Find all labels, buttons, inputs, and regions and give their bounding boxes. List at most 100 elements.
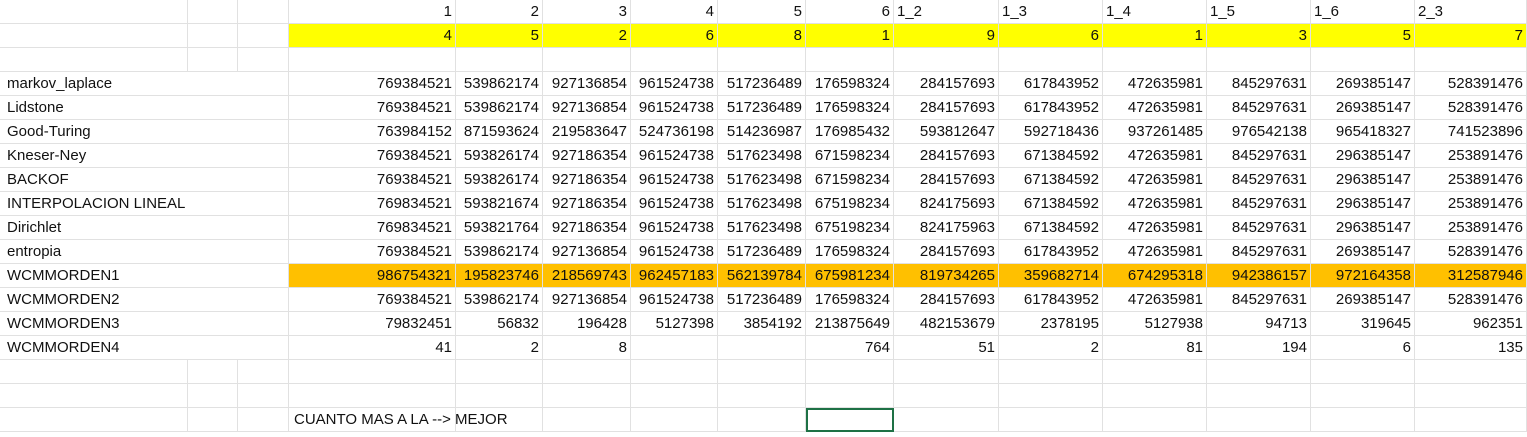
row-label[interactable]: WCMMORDEN3 xyxy=(0,312,289,336)
value-cell[interactable]: 539862174 xyxy=(456,288,543,312)
empty-cell[interactable] xyxy=(1415,48,1527,72)
row-label[interactable]: Lidstone xyxy=(0,96,289,120)
value-cell[interactable]: 769384521 xyxy=(289,240,456,264)
row-label[interactable]: entropia xyxy=(0,240,289,264)
value-cell[interactable]: 269385147 xyxy=(1311,240,1415,264)
empty-cell[interactable] xyxy=(1311,384,1415,408)
value-cell[interactable]: 2378195 xyxy=(999,312,1103,336)
value-cell[interactable]: 769384521 xyxy=(289,168,456,192)
value-cell[interactable]: 524736198 xyxy=(631,120,718,144)
value-cell[interactable]: 517236489 xyxy=(718,288,806,312)
value-cell[interactable]: 965418327 xyxy=(1311,120,1415,144)
value-cell[interactable]: 539862174 xyxy=(456,240,543,264)
value-cell[interactable]: 962457183 xyxy=(631,264,718,288)
empty-cell[interactable] xyxy=(806,48,894,72)
value-cell[interactable]: 593826174 xyxy=(456,144,543,168)
value-cell[interactable]: 961524738 xyxy=(631,168,718,192)
value-cell[interactable]: 937261485 xyxy=(1103,120,1207,144)
value-cell[interactable]: 269385147 xyxy=(1311,96,1415,120)
value-cell[interactable]: 972164358 xyxy=(1311,264,1415,288)
column-header[interactable]: 2 xyxy=(456,0,543,24)
value-cell[interactable]: 675198234 xyxy=(806,216,894,240)
value-cell[interactable]: 517236489 xyxy=(718,96,806,120)
row-label[interactable]: WCMMORDEN1 xyxy=(0,264,289,288)
empty-cell[interactable] xyxy=(1207,408,1311,432)
value-cell[interactable]: 176598324 xyxy=(806,72,894,96)
value-cell[interactable]: 296385147 xyxy=(1311,192,1415,216)
value-cell[interactable]: 845297631 xyxy=(1207,240,1311,264)
value-cell[interactable]: 6 xyxy=(1311,336,1415,360)
empty-cell[interactable] xyxy=(188,48,238,72)
row-label[interactable]: WCMMORDEN2 xyxy=(0,288,289,312)
empty-cell[interactable] xyxy=(1103,384,1207,408)
value-cell[interactable]: 284157693 xyxy=(894,168,999,192)
value-cell[interactable]: 135 xyxy=(1415,336,1527,360)
value-cell[interactable]: 196428 xyxy=(543,312,631,336)
value-cell[interactable]: 472635981 xyxy=(1103,288,1207,312)
empty-cell[interactable] xyxy=(0,24,188,48)
empty-cell[interactable] xyxy=(806,384,894,408)
value-cell[interactable]: 671384592 xyxy=(999,168,1103,192)
value-cell[interactable]: 176598324 xyxy=(806,288,894,312)
rank-cell[interactable]: 5 xyxy=(456,24,543,48)
value-cell[interactable] xyxy=(718,336,806,360)
empty-cell[interactable] xyxy=(188,408,238,432)
note-cell[interactable]: CUANTO MAS A LA --> MEJOR xyxy=(290,408,508,432)
empty-cell[interactable] xyxy=(1311,360,1415,384)
empty-cell[interactable] xyxy=(188,360,238,384)
value-cell[interactable]: 472635981 xyxy=(1103,168,1207,192)
value-cell[interactable]: 675981234 xyxy=(806,264,894,288)
empty-cell[interactable] xyxy=(1103,360,1207,384)
value-cell[interactable]: 764 xyxy=(806,336,894,360)
value-cell[interactable]: 961524738 xyxy=(631,96,718,120)
empty-cell[interactable] xyxy=(1415,408,1527,432)
value-cell[interactable]: 482153679 xyxy=(894,312,999,336)
value-cell[interactable]: 927136854 xyxy=(543,288,631,312)
value-cell[interactable]: 845297631 xyxy=(1207,288,1311,312)
value-cell[interactable]: 472635981 xyxy=(1103,72,1207,96)
value-cell[interactable]: 671598234 xyxy=(806,144,894,168)
empty-cell[interactable] xyxy=(1207,48,1311,72)
rank-cell[interactable]: 2 xyxy=(543,24,631,48)
empty-cell[interactable] xyxy=(0,0,188,24)
value-cell[interactable]: 81 xyxy=(1103,336,1207,360)
value-cell[interactable]: 593812647 xyxy=(894,120,999,144)
value-cell[interactable]: 359682714 xyxy=(999,264,1103,288)
empty-cell[interactable] xyxy=(238,408,289,432)
value-cell[interactable]: 962351 xyxy=(1415,312,1527,336)
value-cell[interactable]: 845297631 xyxy=(1207,144,1311,168)
empty-cell[interactable] xyxy=(238,48,289,72)
empty-cell[interactable] xyxy=(543,360,631,384)
value-cell[interactable]: 675198234 xyxy=(806,192,894,216)
rank-cell[interactable]: 8 xyxy=(718,24,806,48)
empty-cell[interactable] xyxy=(0,48,188,72)
value-cell[interactable]: 472635981 xyxy=(1103,192,1207,216)
empty-cell[interactable] xyxy=(1311,48,1415,72)
column-header[interactable]: 4 xyxy=(631,0,718,24)
empty-cell[interactable] xyxy=(718,384,806,408)
empty-cell[interactable] xyxy=(289,48,456,72)
value-cell[interactable]: 472635981 xyxy=(1103,96,1207,120)
column-header[interactable]: 5 xyxy=(718,0,806,24)
rank-cell[interactable]: 1 xyxy=(1103,24,1207,48)
value-cell[interactable]: 472635981 xyxy=(1103,240,1207,264)
value-cell[interactable]: 176598324 xyxy=(806,240,894,264)
value-cell[interactable]: 517236489 xyxy=(718,72,806,96)
value-cell[interactable]: 528391476 xyxy=(1415,288,1527,312)
empty-cell[interactable] xyxy=(188,24,238,48)
empty-cell[interactable] xyxy=(1103,48,1207,72)
value-cell[interactable]: 871593624 xyxy=(456,120,543,144)
value-cell[interactable]: 617843952 xyxy=(999,288,1103,312)
empty-cell[interactable] xyxy=(456,384,543,408)
value-cell[interactable]: 253891476 xyxy=(1415,216,1527,240)
value-cell[interactable]: 472635981 xyxy=(1103,216,1207,240)
value-cell[interactable]: 961524738 xyxy=(631,288,718,312)
value-cell[interactable]: 593821764 xyxy=(456,216,543,240)
value-cell[interactable]: 824175963 xyxy=(894,216,999,240)
value-cell[interactable]: 176598324 xyxy=(806,96,894,120)
empty-cell[interactable] xyxy=(894,48,999,72)
value-cell[interactable]: 819734265 xyxy=(894,264,999,288)
value-cell[interactable]: 927186354 xyxy=(543,216,631,240)
value-cell[interactable]: 517623498 xyxy=(718,192,806,216)
empty-cell[interactable] xyxy=(894,384,999,408)
